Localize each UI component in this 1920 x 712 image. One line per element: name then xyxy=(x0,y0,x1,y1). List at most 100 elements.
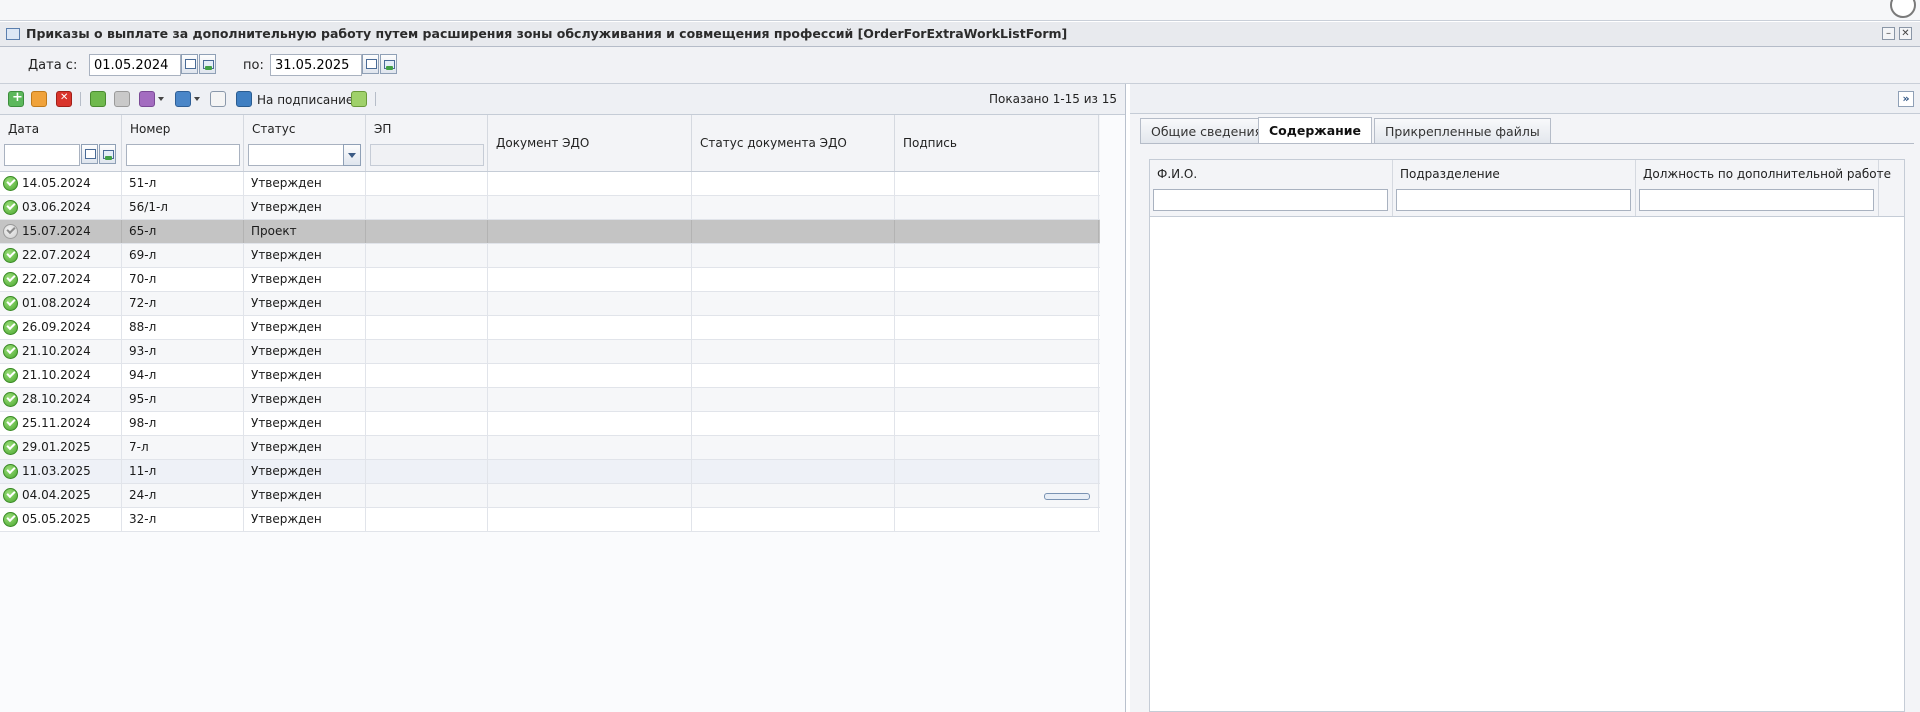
table-row[interactable]: 21.10.2024 94-л Утвержден xyxy=(0,364,1100,388)
calendar-icon[interactable] xyxy=(81,144,98,164)
table-row[interactable]: 22.07.2024 69-л Утвержден xyxy=(0,244,1100,268)
close-button[interactable]: ✕ xyxy=(1899,27,1912,40)
status-filter-combo[interactable] xyxy=(248,144,344,166)
chevron-down-icon[interactable] xyxy=(343,144,361,166)
cell-number-text: 51-л xyxy=(129,176,157,190)
cell-number-text: 72-л xyxy=(129,296,157,310)
cell-date: 25.11.2024 xyxy=(0,412,122,435)
clear-date-icon[interactable] xyxy=(99,144,116,164)
cell-signature xyxy=(895,316,1099,339)
add-icon[interactable] xyxy=(8,90,24,107)
cell-status-text: Утвержден xyxy=(251,248,322,262)
cell-number-text: 95-л xyxy=(129,392,157,406)
cell-edo-status xyxy=(692,340,895,363)
table-row[interactable]: 14.05.2024 51-л Утвержден xyxy=(0,172,1100,196)
cell-ep xyxy=(366,484,488,507)
refresh-icon[interactable] xyxy=(351,91,367,107)
table-row[interactable]: 04.04.2025 24-л Утвержден xyxy=(0,484,1100,508)
cell-signature xyxy=(895,460,1099,483)
unapprove-icon[interactable] xyxy=(114,91,130,107)
table-row[interactable]: 25.11.2024 98-л Утвержден xyxy=(0,412,1100,436)
top-strip xyxy=(0,0,1920,21)
column-status[interactable]: Статус xyxy=(244,115,366,171)
help-icon[interactable] xyxy=(1890,0,1916,18)
table-row[interactable]: 05.05.2025 32-л Утвержден xyxy=(0,508,1100,532)
edit-icon[interactable] xyxy=(31,91,47,107)
cell-date-text: 22.07.2024 xyxy=(22,248,91,262)
window-title: Приказы о выплате за дополнительную рабо… xyxy=(26,26,1068,41)
cell-date: 28.10.2024 xyxy=(0,388,122,411)
cell-date-text: 21.10.2024 xyxy=(22,368,91,382)
cell-signature xyxy=(895,292,1099,315)
column-edo-document[interactable]: Документ ЭДО xyxy=(488,115,692,171)
calendar-icon[interactable] xyxy=(362,54,379,74)
table-row[interactable]: 15.07.2024 65-л Проект xyxy=(0,220,1100,244)
cell-number-text: 93-л xyxy=(129,344,157,358)
cell-signature xyxy=(895,388,1099,411)
cell-status-text: Утвержден xyxy=(251,416,322,430)
column-fio[interactable]: Ф.И.О. xyxy=(1150,160,1393,216)
table-row[interactable]: 03.06.2024 56/1-л Утвержден xyxy=(0,196,1100,220)
column-status-title: Статус xyxy=(252,122,296,136)
cell-edo-document xyxy=(488,220,692,243)
minimize-button[interactable]: – xyxy=(1882,27,1895,40)
column-number[interactable]: Номер xyxy=(122,115,244,171)
column-department[interactable]: Подразделение xyxy=(1393,160,1636,216)
cell-number: 51-л xyxy=(122,172,244,195)
cell-date: 15.07.2024 xyxy=(0,220,122,243)
chevron-down-icon[interactable] xyxy=(158,97,164,101)
table-row[interactable]: 22.07.2024 70-л Утвержден xyxy=(0,268,1100,292)
tab-general[interactable]: Общие сведения xyxy=(1140,118,1274,143)
number-filter-input[interactable] xyxy=(126,144,240,166)
delete-icon[interactable] xyxy=(56,91,72,107)
column-number-title: Номер xyxy=(130,122,171,136)
collapse-panel-icon[interactable]: » xyxy=(1898,91,1914,107)
table-row[interactable]: 21.10.2024 93-л Утвержден xyxy=(0,340,1100,364)
clear-date-icon[interactable] xyxy=(380,54,397,74)
table-row[interactable]: 26.09.2024 88-л Утвержден xyxy=(0,316,1100,340)
cell-status-text: Утвержден xyxy=(251,368,322,382)
actions-icon[interactable] xyxy=(139,91,155,107)
position-filter-input[interactable] xyxy=(1639,189,1874,211)
approved-status-icon xyxy=(3,440,18,455)
date-filter-input[interactable] xyxy=(4,144,80,166)
column-position[interactable]: Должность по дополнительной работе xyxy=(1636,160,1891,216)
cell-edo-status xyxy=(692,412,895,435)
column-date[interactable]: Дата xyxy=(0,115,122,171)
calendar-icon[interactable] xyxy=(181,54,198,74)
cell-edo-document xyxy=(488,196,692,219)
send-to-sign-icon[interactable] xyxy=(236,91,252,107)
tab-content[interactable]: Содержание xyxy=(1258,117,1373,144)
cell-number: 93-л xyxy=(122,340,244,363)
cell-date-text: 01.08.2024 xyxy=(22,296,91,310)
table-row[interactable]: 11.03.2025 11-л Утвержден xyxy=(0,460,1100,484)
date-to-input[interactable] xyxy=(270,54,362,76)
date-from-input[interactable] xyxy=(89,54,181,76)
cell-status: Утвержден xyxy=(244,316,366,339)
approved-status-icon xyxy=(3,416,18,431)
draft-status-icon xyxy=(3,224,18,239)
cell-date-text: 22.07.2024 xyxy=(22,272,91,286)
print-icon[interactable] xyxy=(175,91,191,107)
cell-date-text: 03.06.2024 xyxy=(22,200,91,214)
department-filter-input[interactable] xyxy=(1396,189,1631,211)
cell-edo-status xyxy=(692,388,895,411)
send-to-sign-button[interactable]: На подписание xyxy=(257,93,353,107)
cell-date: 21.10.2024 xyxy=(0,340,122,363)
column-edo-status[interactable]: Статус документа ЭДО xyxy=(692,115,895,171)
clear-date-icon[interactable] xyxy=(199,54,216,74)
column-ep[interactable]: ЭП xyxy=(366,115,488,171)
table-row[interactable]: 01.08.2024 72-л Утвержден xyxy=(0,292,1100,316)
approve-icon[interactable] xyxy=(90,91,106,107)
date-filter-bar: Дата с: по: xyxy=(0,47,1920,84)
chevron-down-icon[interactable] xyxy=(194,97,200,101)
cell-edo-status xyxy=(692,460,895,483)
column-signature[interactable]: Подпись xyxy=(895,115,1099,171)
table-row[interactable]: 29.01.2025 7-л Утвержден xyxy=(0,436,1100,460)
document-icon[interactable] xyxy=(210,91,226,107)
toolbar-separator xyxy=(375,92,376,106)
approved-status-icon xyxy=(3,464,18,479)
table-row[interactable]: 28.10.2024 95-л Утвержден xyxy=(0,388,1100,412)
tab-attached-files[interactable]: Прикрепленные файлы xyxy=(1374,118,1551,143)
fio-filter-input[interactable] xyxy=(1153,189,1388,211)
